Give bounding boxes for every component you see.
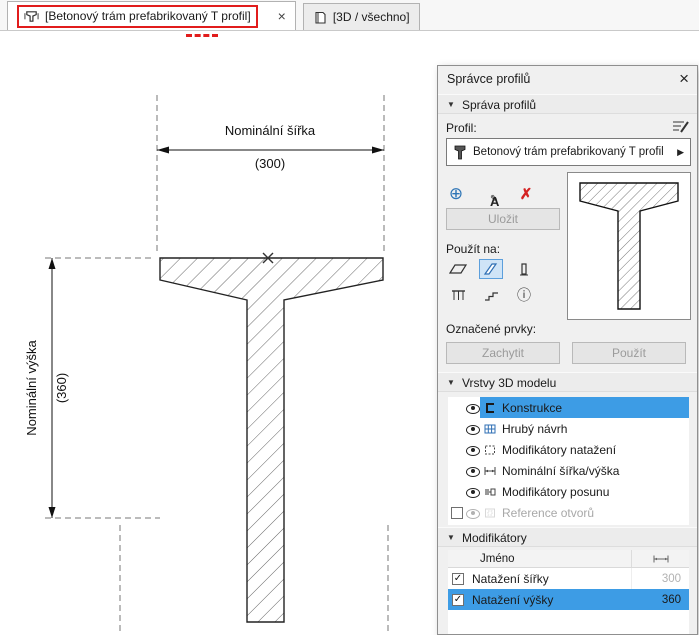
- profile-settings-icon[interactable]: [668, 116, 692, 136]
- modifier-value[interactable]: 360: [631, 589, 689, 610]
- section-label: Modifikátory: [462, 531, 527, 545]
- layer-row-hruby-navrh[interactable]: Hrubý návrh: [448, 418, 689, 439]
- stretch-modifiers-layer-icon: [483, 443, 497, 457]
- profile-manager-panel: Správce profilů × ▼ Správa profilů Profi…: [437, 65, 698, 635]
- section-header-layers[interactable]: ▼ Vrstvy 3D modelu: [438, 372, 697, 392]
- apply-button[interactable]: Použít: [572, 342, 686, 364]
- delete-profile-button[interactable]: ✗: [514, 184, 538, 204]
- visibility-eye-icon[interactable]: [465, 442, 480, 457]
- t-profile-tab-icon: [24, 9, 39, 24]
- plus-circle-icon: ⊕: [449, 184, 463, 204]
- nominal-size-layer-icon: [483, 464, 497, 478]
- stair-icon[interactable]: [479, 285, 503, 305]
- height-dim-value: (360): [54, 373, 69, 403]
- layers-list: Konstrukce Hrubý návrh: [448, 397, 689, 525]
- panel-title-bar[interactable]: Správce profilů ×: [438, 66, 697, 92]
- construction-lines: [45, 95, 388, 631]
- width-dimension[interactable]: Nominální šířka (300): [157, 123, 384, 171]
- height-dim-label: Nominální výška: [24, 340, 39, 436]
- column-icon[interactable]: [512, 259, 536, 279]
- width-dimension-icon: [651, 554, 671, 564]
- modifier-checkbox[interactable]: ✓: [452, 573, 464, 585]
- rough-draft-layer-icon: [483, 422, 497, 436]
- width-dim-label: Nominální šířka: [225, 123, 316, 138]
- tab-profile-editor[interactable]: [Betonový trám prefabrikovaný T profil] …: [7, 1, 296, 30]
- apply-button-label: Použít: [612, 346, 646, 360]
- capture-button-label: Zachytit: [482, 346, 524, 360]
- layer-row-nominalni-sirka-vyska[interactable]: Nominální šířka/výška: [448, 460, 689, 481]
- visibility-eye-icon[interactable]: [465, 484, 480, 499]
- chevron-down-icon: ▼: [447, 100, 455, 109]
- profile-dropdown[interactable]: Betonový trám prefabrikovaný T profil ▶: [446, 138, 691, 166]
- section-label: Vrstvy 3D modelu: [462, 376, 556, 390]
- apply-to-tools-row2: ⓘ: [446, 285, 536, 305]
- tab-close-icon[interactable]: ×: [278, 8, 286, 24]
- panel-title: Správce profilů: [447, 72, 530, 86]
- layer-label: Modifikátory natažení: [502, 443, 616, 457]
- slab-icon[interactable]: [446, 259, 470, 279]
- modifier-row-natazeni-sirky[interactable]: ✓ Natažení šířky 300: [448, 568, 689, 589]
- capture-button[interactable]: Zachytit: [446, 342, 560, 364]
- layer-label: Konstrukce: [502, 401, 562, 415]
- layer-row-reference-otvoru[interactable]: Reference otvorů: [448, 502, 689, 523]
- save-button-label: Uložit: [488, 212, 518, 226]
- opening-reference-layer-icon: [483, 506, 497, 520]
- section-header-profiles[interactable]: ▼ Správa profilů: [438, 94, 697, 114]
- tab-bar: [Betonový trám prefabrikovaný T profil] …: [0, 0, 699, 31]
- railing-icon[interactable]: [446, 285, 470, 305]
- t-profile-icon: [453, 144, 467, 161]
- save-button[interactable]: Uložit: [446, 208, 560, 230]
- modifier-label: Natažení šířky: [464, 572, 631, 586]
- delete-x-icon: ✗: [520, 185, 533, 203]
- modifiers-table-header: Jméno: [448, 550, 689, 568]
- layer-row-modifikatory-natazeni[interactable]: Modifikátory natažení: [448, 439, 689, 460]
- modifier-label: Natažení výšky: [464, 593, 631, 607]
- layer-row-konstrukce[interactable]: Konstrukce: [448, 397, 689, 418]
- app-window: { "tabs": { "tab1": { "label": "[Betonov…: [0, 0, 699, 635]
- modifiers-name-header: Jméno: [448, 553, 631, 565]
- section-header-modifiers[interactable]: ▼ Modifikátory: [438, 527, 697, 547]
- annotation-highlight-box: [Betonový trám prefabrikovaný T profil]: [17, 5, 258, 28]
- tab-label: [Betonový trám prefabrikovaný T profil]: [45, 9, 251, 23]
- apply-to-label: Použít na:: [446, 242, 500, 256]
- layer-checkbox[interactable]: [451, 507, 463, 519]
- rename-profile-button[interactable]: A✎: [478, 184, 502, 204]
- modifiers-table: Jméno ✓ Natažení šířky 300 ✓ Natažení vý…: [448, 550, 689, 634]
- width-dim-value: (300): [255, 156, 285, 171]
- visibility-eye-icon[interactable]: [465, 463, 480, 478]
- layer-label: Hrubý návrh: [502, 422, 567, 436]
- profile-field-label: Profil:: [446, 121, 477, 135]
- modifier-checkbox[interactable]: ✓: [452, 594, 464, 606]
- modifier-value[interactable]: 300: [631, 568, 689, 589]
- layer-label: Modifikátory posunu: [502, 485, 609, 499]
- layer-row-modifikatory-posunu[interactable]: Modifikátory posunu: [448, 481, 689, 502]
- offset-modifiers-layer-icon: [483, 485, 497, 499]
- height-dimension[interactable]: Nominální výška (360): [24, 258, 69, 518]
- chevron-down-icon: ▼: [447, 378, 455, 387]
- drawing-canvas[interactable]: Nominální šířka (300) Nominální výška (3…: [0, 31, 437, 635]
- chevron-down-icon: ▼: [447, 533, 455, 542]
- layer-label: Nominální šířka/výška: [502, 464, 619, 478]
- profile-dropdown-label: Betonový trám prefabrikovaný T profil: [473, 146, 671, 158]
- tab-label: [3D / všechno]: [333, 10, 410, 24]
- new-profile-button[interactable]: ⊕: [444, 184, 468, 204]
- layer-label: Reference otvorů: [502, 506, 594, 520]
- info-icon[interactable]: ⓘ: [512, 285, 536, 305]
- tab-3d-all[interactable]: [3D / všechno]: [303, 3, 420, 30]
- section-label: Správa profilů: [462, 98, 536, 112]
- construction-layer-icon: [483, 401, 497, 415]
- visibility-eye-icon[interactable]: [465, 421, 480, 436]
- modifier-row-natazeni-vysky[interactable]: ✓ Natažení výšky 360: [448, 589, 689, 610]
- chevron-right-icon: ▶: [677, 147, 684, 158]
- visibility-eye-icon[interactable]: [465, 505, 480, 520]
- selected-elements-label: Označené prvky:: [446, 322, 536, 336]
- profile-preview: [567, 172, 691, 320]
- panel-close-icon[interactable]: ×: [679, 69, 689, 89]
- wall-icon[interactable]: [479, 259, 503, 279]
- view-3d-tab-icon: [313, 10, 327, 25]
- modifiers-value-header: [631, 550, 689, 567]
- apply-to-tools-row1: [446, 259, 536, 279]
- t-profile-section[interactable]: [160, 258, 383, 622]
- visibility-eye-icon[interactable]: [465, 400, 480, 415]
